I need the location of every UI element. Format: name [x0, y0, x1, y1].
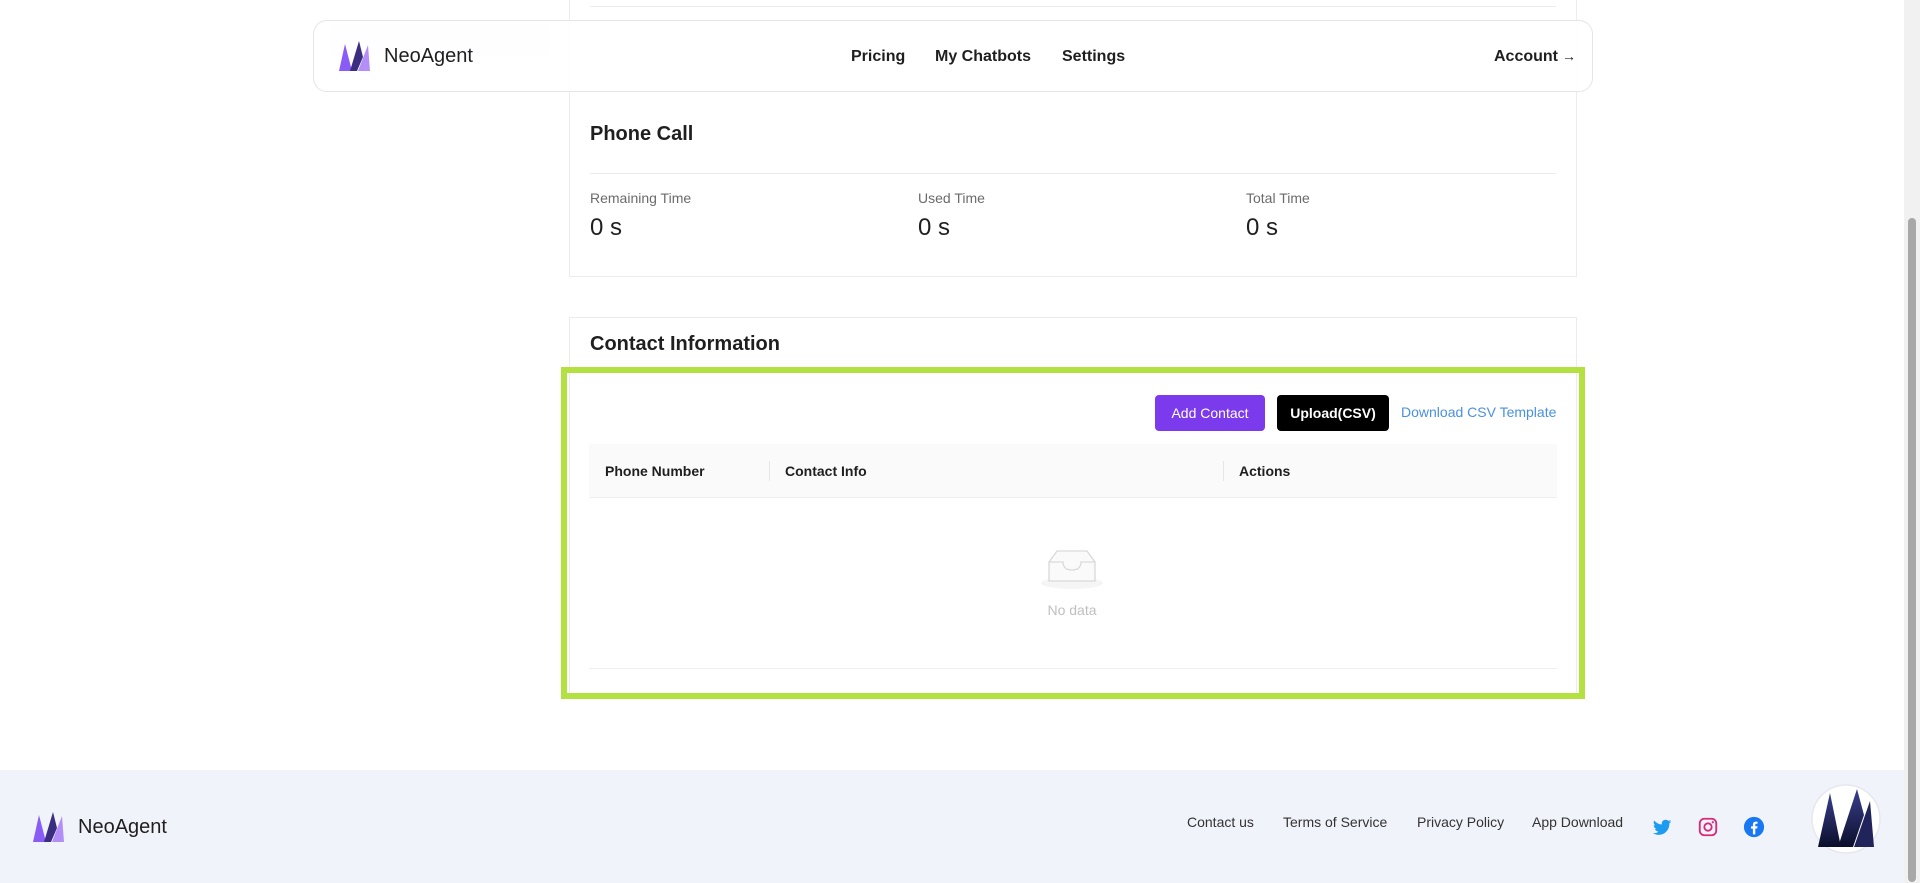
- column-separator: [1223, 461, 1224, 481]
- top-nav: NeoAgent Pricing My Chatbots Settings Ac…: [313, 20, 1593, 92]
- scrollbar-thumb[interactable]: [1908, 218, 1916, 882]
- nav-pricing[interactable]: Pricing: [851, 48, 905, 66]
- empty-state-text: No data: [1047, 602, 1097, 618]
- phone-call-title: Phone Call: [590, 123, 694, 145]
- arrow-right-icon: →: [1562, 48, 1576, 64]
- nav-account[interactable]: Account →: [1494, 48, 1576, 66]
- used-time-value: 0 s: [918, 214, 951, 241]
- contact-info-title: Contact Information: [590, 333, 780, 355]
- divider: [590, 173, 1556, 174]
- footer: NeoAgent Contact us Terms of Service Pri…: [0, 770, 1904, 883]
- neoagent-logo-icon: [339, 41, 370, 71]
- total-time-label: Total Time: [1246, 190, 1310, 206]
- footer-brand-name: NeoAgent: [78, 815, 167, 838]
- total-time-value: 0 s: [1246, 214, 1279, 241]
- footer-brand[interactable]: NeoAgent: [30, 808, 167, 846]
- table-bottom-border: [589, 668, 1557, 669]
- chatbot-launcher-icon[interactable]: [1810, 783, 1882, 855]
- nav-brand-name: NeoAgent: [384, 44, 473, 67]
- neoagent-logo-icon: [33, 812, 64, 842]
- footer-terms-of-service[interactable]: Terms of Service: [1283, 814, 1387, 830]
- footer-privacy-policy[interactable]: Privacy Policy: [1417, 814, 1504, 830]
- contact-card: Contact Information: [569, 317, 1577, 697]
- contacts-table-header: Phone Number Contact Info Actions: [589, 444, 1557, 498]
- nav-settings[interactable]: Settings: [1062, 48, 1125, 66]
- twitter-icon[interactable]: [1651, 816, 1673, 838]
- column-actions[interactable]: Actions: [1239, 463, 1290, 479]
- remaining-time-label: Remaining Time: [590, 190, 692, 206]
- add-contact-button[interactable]: Add Contact: [1155, 395, 1265, 431]
- used-time-label: Used Time: [918, 190, 985, 206]
- footer-app-download[interactable]: App Download: [1532, 814, 1623, 830]
- download-csv-template-link[interactable]: Download CSV Template: [1401, 404, 1556, 420]
- column-separator: [769, 461, 770, 481]
- divider: [590, 6, 1556, 7]
- facebook-icon[interactable]: [1743, 816, 1765, 838]
- instagram-icon[interactable]: [1697, 816, 1719, 838]
- upload-csv-button[interactable]: Upload(CSV): [1277, 395, 1389, 431]
- remaining-time-value: 0 s: [590, 214, 623, 241]
- nav-my-chatbots[interactable]: My Chatbots: [935, 48, 1031, 66]
- column-contact-info[interactable]: Contact Info: [785, 463, 867, 479]
- column-phone-number[interactable]: Phone Number: [605, 463, 705, 479]
- empty-inbox-icon: [1041, 550, 1103, 589]
- page-scrollbar[interactable]: [1904, 0, 1920, 883]
- nav-account-label: Account: [1494, 48, 1558, 65]
- footer-contact-us[interactable]: Contact us: [1187, 814, 1254, 830]
- nav-brand[interactable]: NeoAgent: [336, 37, 473, 75]
